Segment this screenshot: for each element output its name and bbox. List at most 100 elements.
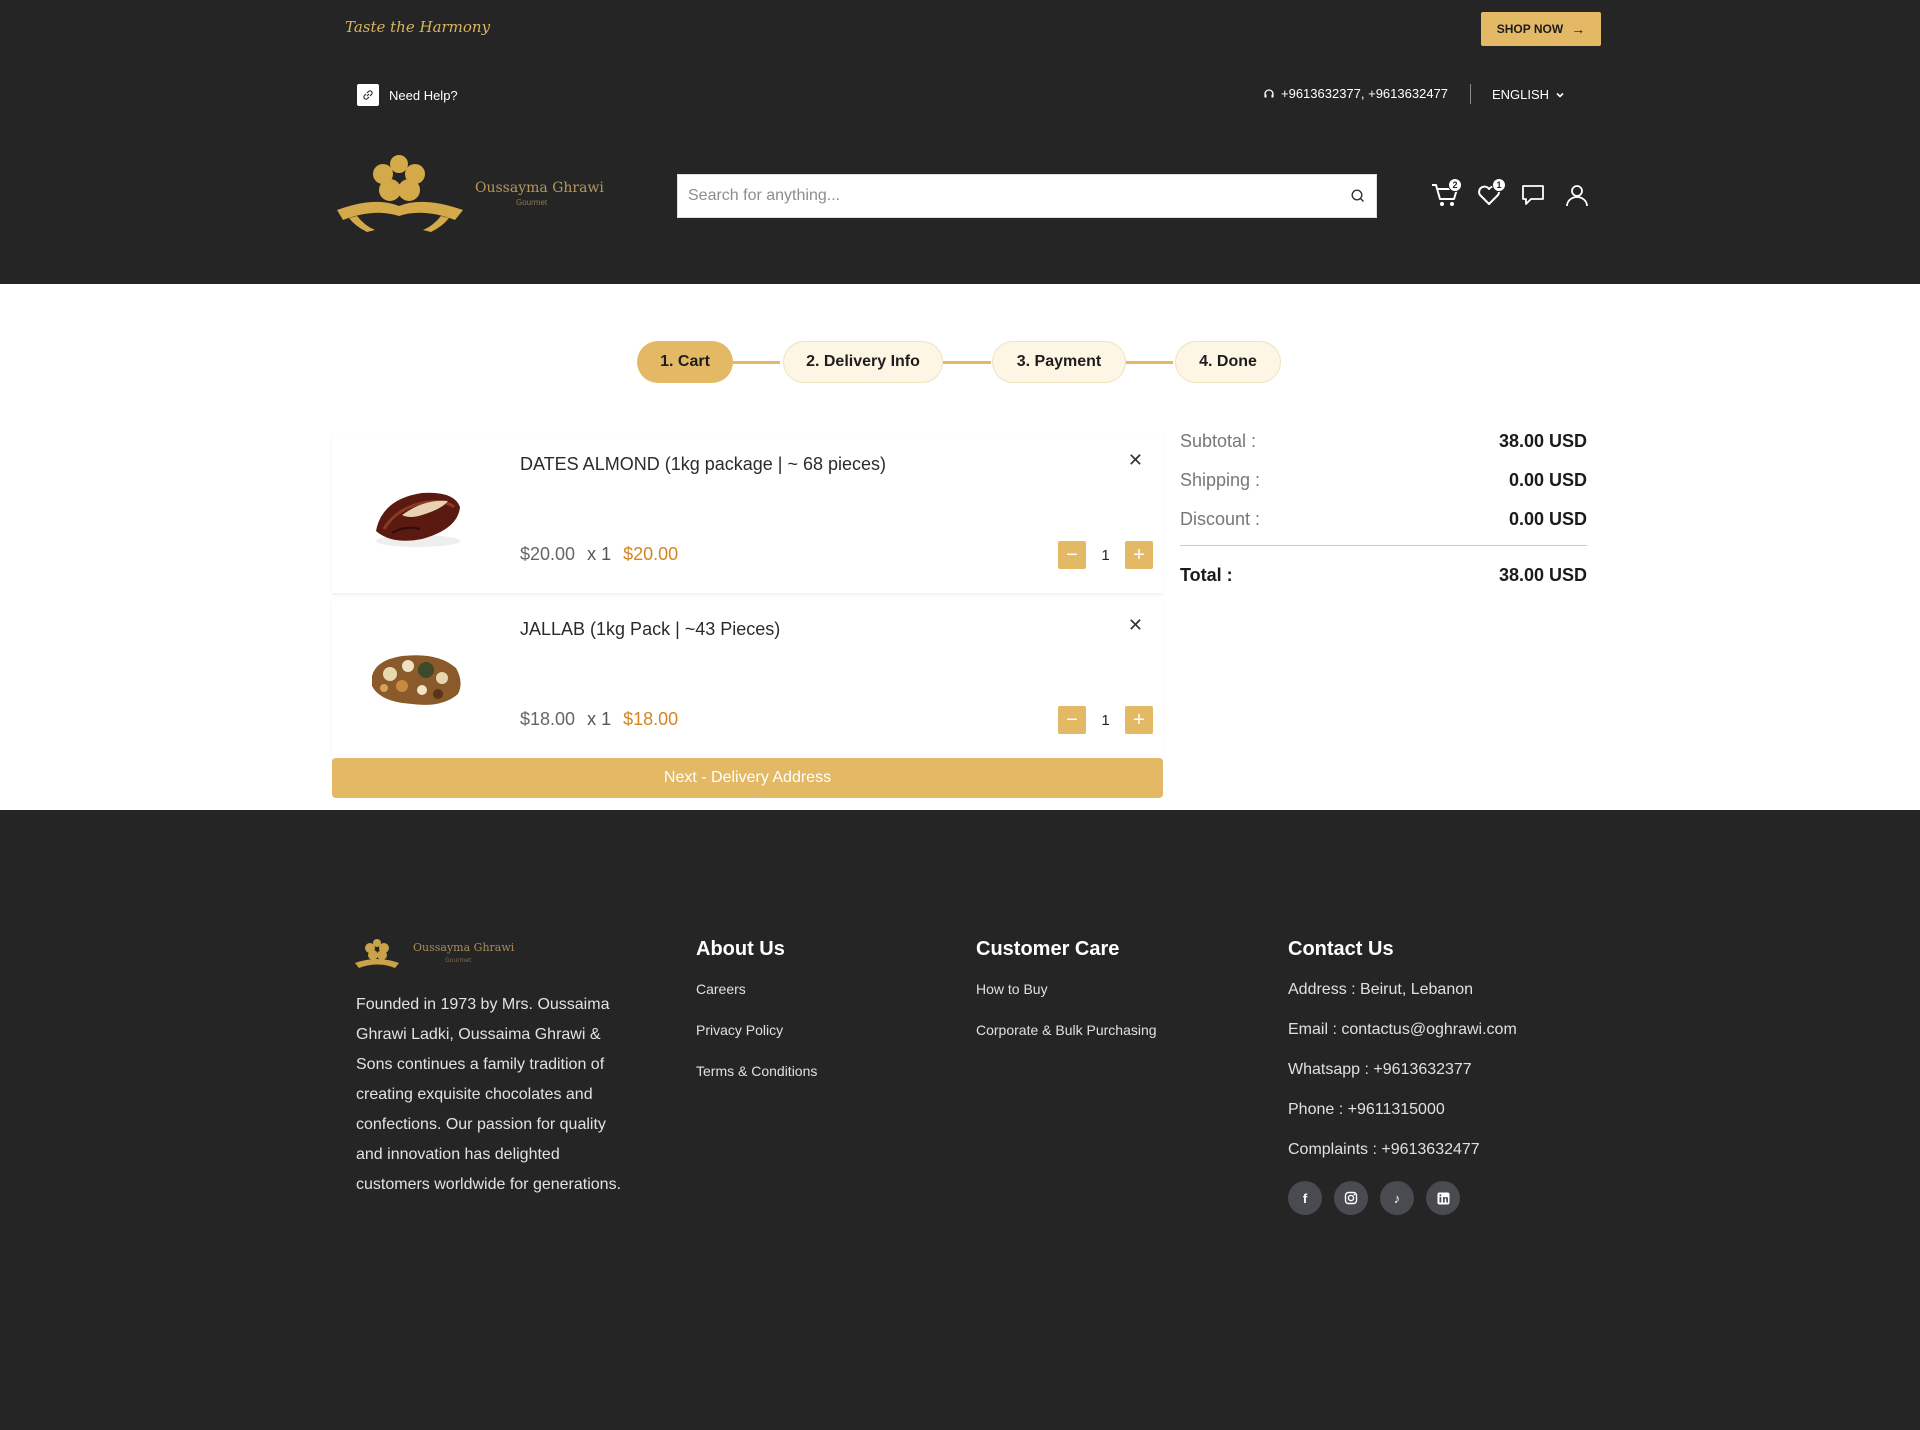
step-connector xyxy=(732,361,780,364)
step-label: 3. Payment xyxy=(1016,353,1102,370)
contact-phone[interactable]: Phone : +9611315000 xyxy=(1288,1101,1517,1123)
shop-now-label: SHOP NOW xyxy=(1496,22,1564,36)
footer-heading: About Us xyxy=(696,938,785,960)
total-value: 38.00 USD xyxy=(1498,565,1587,585)
total-row: Total : 38.00 USD xyxy=(1180,556,1587,595)
wishlist-button[interactable]: 1 xyxy=(1474,178,1506,210)
product-image-dates-almond xyxy=(376,492,460,547)
messages-button[interactable] xyxy=(1518,180,1548,210)
quantity-value[interactable]: 1 xyxy=(1086,547,1125,564)
wishlist-count-badge: 1 xyxy=(1492,178,1506,192)
shop-now-button[interactable]: SHOP NOW → xyxy=(1481,12,1601,46)
svg-text:Gourmet: Gourmet xyxy=(445,957,472,964)
footer-heading: Contact Us xyxy=(1288,938,1394,960)
subtotal-label: Subtotal : xyxy=(1180,431,1257,451)
svg-text:Oussayma Ghrawi: Oussayma Ghrawi xyxy=(413,941,515,954)
logo-name: Oussayma Ghrawi xyxy=(475,180,604,196)
step-delivery-info[interactable]: 2. Delivery Info xyxy=(783,341,943,383)
cart-page: 1. Cart 2. Delivery Info 3. Payment 4. D… xyxy=(0,284,1920,810)
shipping-label: Shipping : xyxy=(1180,470,1261,490)
arrow-right-icon: → xyxy=(1571,21,1586,37)
step-cart[interactable]: 1. Cart xyxy=(637,341,733,383)
decrease-quantity-button[interactable]: − xyxy=(1058,706,1086,734)
contact-complaints[interactable]: Complaints : +9613632477 xyxy=(1288,1141,1517,1163)
product-title[interactable]: DATES ALMOND (1kg package | ~ 68 pieces) xyxy=(520,454,886,475)
cart-count-badge: 2 xyxy=(1448,178,1462,192)
chat-icon xyxy=(1522,185,1544,205)
discount-label: Discount : xyxy=(1180,509,1261,529)
search-input[interactable] xyxy=(688,187,1350,205)
linkedin-icon[interactable] xyxy=(1426,1181,1460,1215)
subtotal-value: 38.00 USD xyxy=(1498,431,1587,451)
footer-logo[interactable]: Oussayma Ghrawi Gourmet xyxy=(355,935,535,975)
price-row: $20.00 x 1 $20.00 xyxy=(520,544,678,565)
cart-item: DATES ALMOND (1kg package | ~ 68 pieces)… xyxy=(332,434,1163,594)
need-help-link[interactable]: Need Help? xyxy=(357,84,458,106)
step-label: 4. Done xyxy=(1199,353,1257,370)
product-title[interactable]: JALLAB (1kg Pack | ~43 Pieces) xyxy=(520,619,780,640)
tiktok-icon[interactable]: ♪ xyxy=(1380,1181,1414,1215)
line-total: $20.00 xyxy=(623,544,679,564)
line-total: $18.00 xyxy=(623,709,679,729)
contact-address: Address : Beirut, Lebanon xyxy=(1288,981,1474,998)
site-footer: Oussayma Ghrawi Gourmet Founded in 1973 … xyxy=(0,810,1920,1430)
quantity-value[interactable]: 1 xyxy=(1086,712,1125,729)
headset-icon xyxy=(1264,88,1274,97)
quantity-stepper: − 1 + xyxy=(1058,541,1153,569)
footer-link-careers[interactable]: Careers xyxy=(696,981,817,1000)
divider xyxy=(1470,84,1471,104)
unit-price: $20.00 xyxy=(520,544,576,564)
need-help-label: Need Help? xyxy=(389,87,458,103)
contact-whatsapp[interactable]: Whatsapp : +9613632377 xyxy=(1288,1061,1517,1083)
quantity-multiplier: x 1 xyxy=(587,544,612,564)
total-label: Total : xyxy=(1180,565,1233,585)
phone-numbers[interactable]: +9613632377, +9613632477 xyxy=(1263,86,1448,101)
link-icon xyxy=(357,84,379,106)
footer-link-corporate-bulk[interactable]: Corporate & Bulk Purchasing xyxy=(976,1022,1157,1041)
logo-subtitle: Gourmet xyxy=(516,198,548,207)
increase-quantity-button[interactable]: + xyxy=(1125,541,1153,569)
footer-about-us: About Us Careers Privacy Policy Terms & … xyxy=(696,938,817,1104)
contact-email[interactable]: Email : contactus@oghrawi.com xyxy=(1288,1021,1517,1043)
decrease-quantity-button[interactable]: − xyxy=(1058,541,1086,569)
step-done[interactable]: 4. Done xyxy=(1175,341,1281,383)
subtotal-row: Subtotal : 38.00 USD xyxy=(1180,422,1587,461)
facebook-icon[interactable]: f xyxy=(1288,1181,1322,1215)
phones-text: +9613632377, +9613632477 xyxy=(1281,86,1449,101)
step-label: 2. Delivery Info xyxy=(806,353,920,370)
discount-value: 0.00 USD xyxy=(1508,509,1587,529)
order-summary: Subtotal : 38.00 USD Shipping : 0.00 USD… xyxy=(1180,422,1587,595)
instagram-icon[interactable] xyxy=(1334,1181,1368,1215)
language-label: ENGLISH xyxy=(1492,87,1550,102)
increase-quantity-button[interactable]: + xyxy=(1125,706,1153,734)
footer-contact-us: Contact Us Address : Beirut, Lebanon Ema… xyxy=(1288,938,1517,1215)
shipping-row: Shipping : 0.00 USD xyxy=(1180,461,1587,500)
user-icon xyxy=(1566,185,1588,207)
quantity-multiplier: x 1 xyxy=(587,709,612,729)
step-payment[interactable]: 3. Payment xyxy=(992,341,1126,383)
tagline: Taste the Harmony xyxy=(345,18,491,36)
next-delivery-address-button[interactable]: Next - Delivery Address xyxy=(332,758,1163,798)
chevron-down-icon xyxy=(1556,92,1564,98)
footer-customer-care: Customer Care How to Buy Corporate & Bul… xyxy=(976,938,1157,1063)
remove-item-button[interactable]: ✕ xyxy=(1128,450,1143,471)
cart-button[interactable]: 2 xyxy=(1430,178,1462,210)
discount-row: Discount : 0.00 USD xyxy=(1180,500,1587,539)
checkout-steps: 1. Cart 2. Delivery Info 3. Payment 4. D… xyxy=(637,341,1283,383)
quantity-stepper: − 1 + xyxy=(1058,706,1153,734)
footer-link-how-to-buy[interactable]: How to Buy xyxy=(976,981,1157,1000)
account-button[interactable] xyxy=(1562,180,1592,210)
language-selector[interactable]: ENGLISH xyxy=(1492,87,1565,102)
footer-link-terms[interactable]: Terms & Conditions xyxy=(696,1063,817,1082)
footer-about-text: Founded in 1973 by Mrs. Oussaima Ghrawi … xyxy=(356,996,622,1193)
cart-item: JALLAB (1kg Pack | ~43 Pieces) ✕ $18.00 … xyxy=(332,599,1163,759)
search-bar xyxy=(677,174,1377,218)
search-icon[interactable] xyxy=(1350,188,1366,204)
shipping-value: 0.00 USD xyxy=(1508,470,1587,490)
footer-heading: Customer Care xyxy=(976,938,1120,960)
remove-item-button[interactable]: ✕ xyxy=(1128,615,1143,636)
step-connector xyxy=(1125,361,1173,364)
header-icons: 2 1 xyxy=(1430,178,1592,210)
price-row: $18.00 x 1 $18.00 xyxy=(520,709,678,730)
footer-link-privacy-policy[interactable]: Privacy Policy xyxy=(696,1022,817,1041)
